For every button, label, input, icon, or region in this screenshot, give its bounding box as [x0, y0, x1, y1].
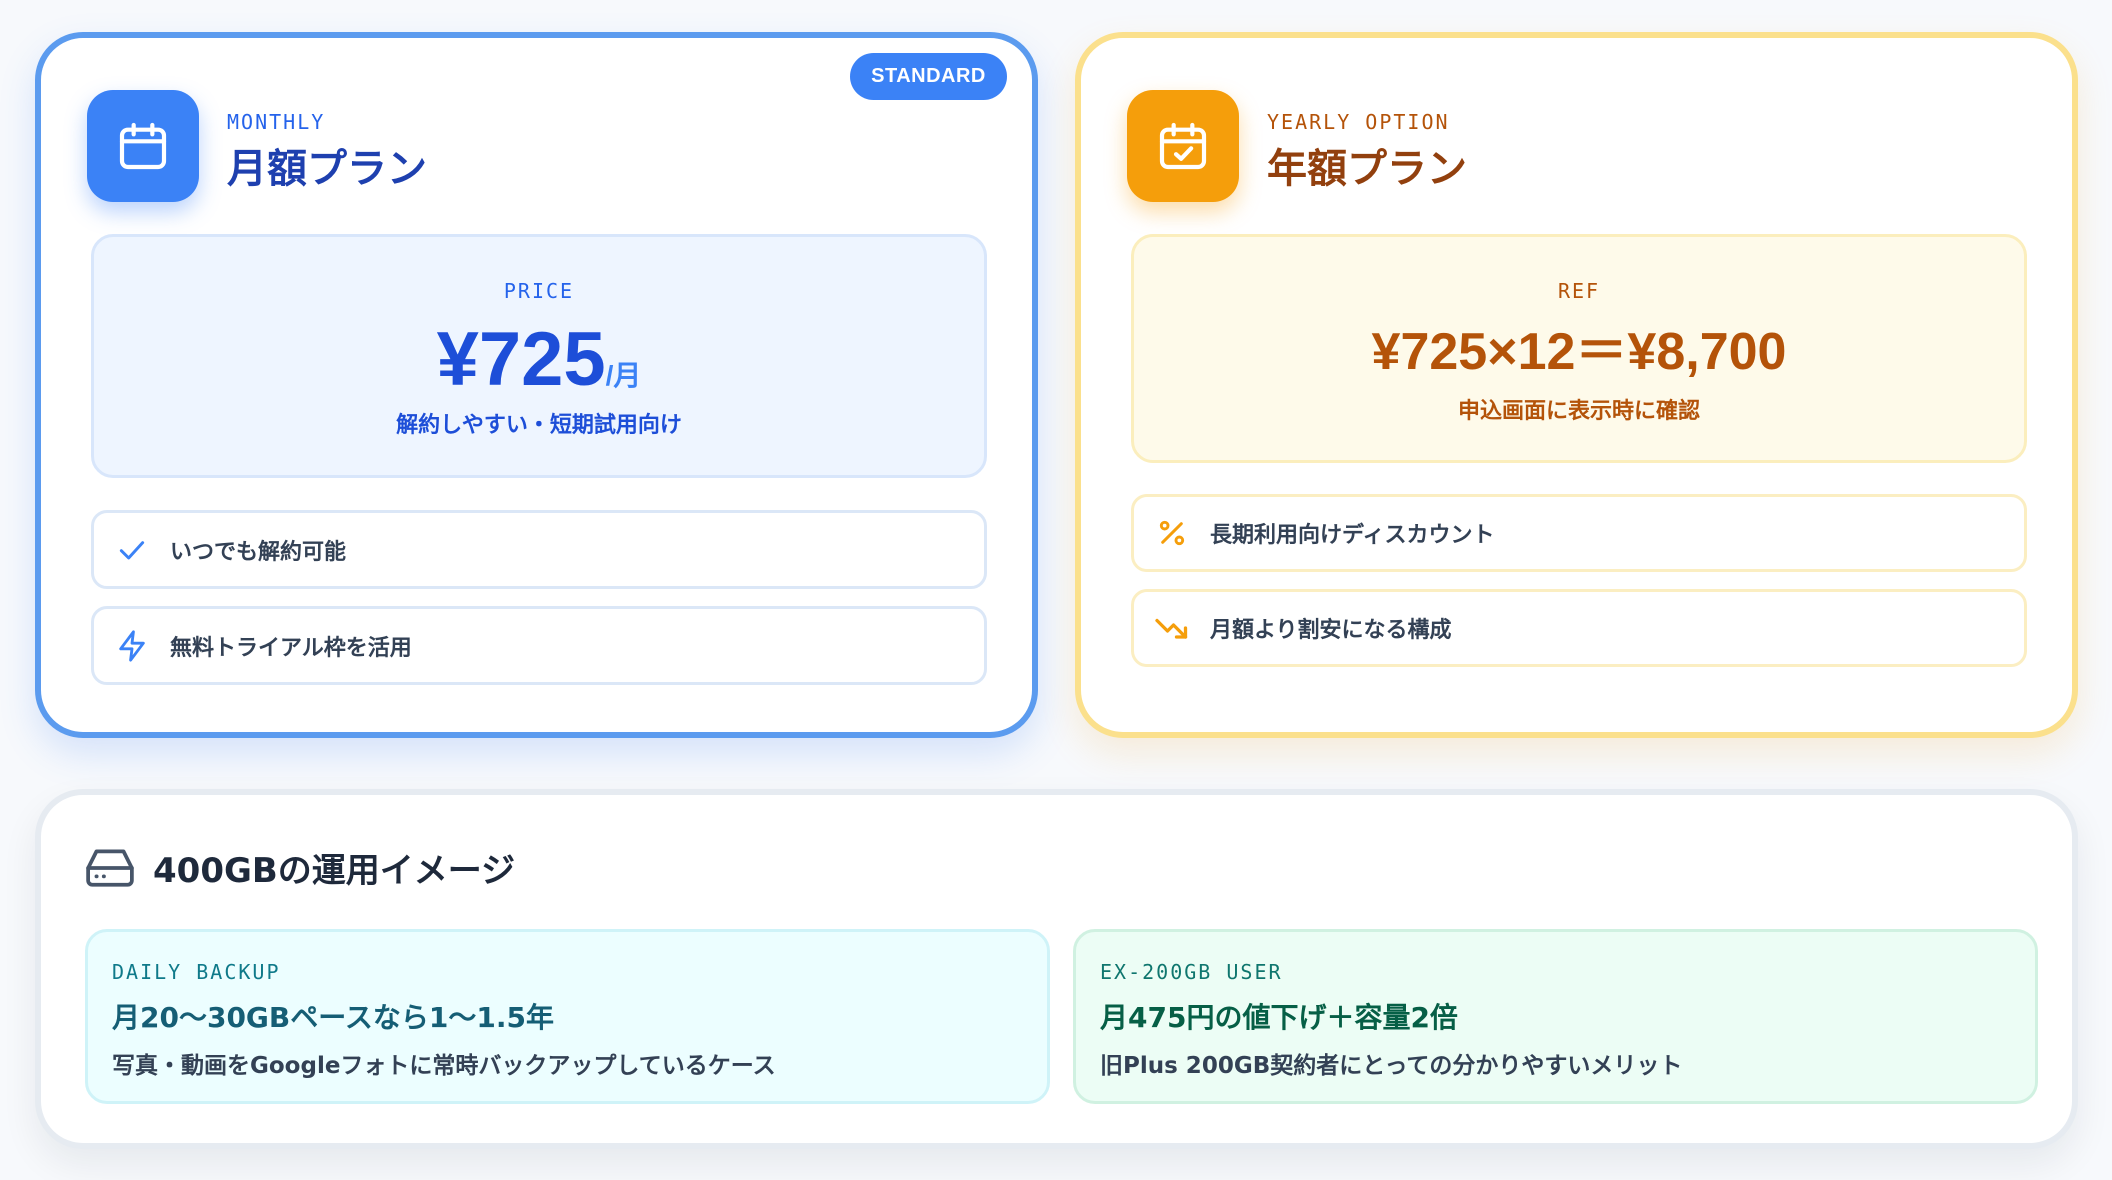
case-description: 旧Plus 200GB契約者にとっての分かりやすいメリット [1100, 1053, 1683, 1079]
feature-item: 無料トライアル枠を活用 [91, 606, 987, 685]
reference-price-panel: REF ¥725×12＝¥8,700 申込画面に表示時に確認 [1131, 234, 2027, 463]
usage-case: DAILY BACKUP 月20〜30GBペースなら1〜1.5年 写真・動画をG… [85, 929, 1050, 1104]
usage-card: 400GBの運用イメージ DAILY BACKUP 月20〜30GBペースなら1… [35, 789, 2078, 1149]
plan-title: 年額プラン [1267, 146, 1467, 192]
plan-eyebrow: MONTHLY [227, 110, 326, 134]
price-amount: ¥725 [436, 317, 606, 402]
feature-label: 長期利用向けディスカウント [1210, 523, 1495, 548]
percent-icon [1154, 515, 1190, 551]
hard-drive-icon [85, 845, 135, 889]
plan-title: 月額プラン [227, 146, 427, 192]
check-icon [114, 532, 150, 568]
feature-item: 長期利用向けディスカウント [1131, 494, 2027, 572]
monthly-plan-card: STANDARD MONTHLY 月額プラン PRICE ¥725/月 解約しや… [35, 32, 1038, 738]
case-description: 写真・動画をGoogleフォトに常時バックアップしているケース [112, 1053, 776, 1079]
case-eyebrow: EX-200GB USER [1100, 960, 1283, 984]
plan-eyebrow: YEARLY OPTION [1267, 110, 1450, 134]
price-value: ¥725/月 [94, 315, 984, 421]
ref-formula: ¥725×12＝¥8,700 [1371, 323, 1787, 381]
feature-label: 月額より割安になる構成 [1210, 618, 1452, 643]
case-eyebrow: DAILY BACKUP [112, 960, 281, 984]
calendar-check-icon [1127, 90, 1239, 202]
usage-title: 400GBの運用イメージ [153, 851, 516, 891]
usage-case: EX-200GB USER 月475円の値下げ＋容量2倍 旧Plus 200GB… [1073, 929, 2038, 1104]
lightning-icon [114, 628, 150, 664]
feature-label: いつでも解約可能 [170, 539, 347, 565]
price-note: 解約しやすい・短期試用向け [396, 413, 682, 438]
price-label: PRICE [503, 279, 575, 303]
ref-label: REF [1557, 279, 1601, 303]
trending-down-icon [1154, 610, 1190, 646]
case-title: 月20〜30GBペースなら1〜1.5年 [112, 1001, 554, 1034]
standard-badge: STANDARD [850, 53, 1007, 100]
feature-item: いつでも解約可能 [91, 510, 987, 589]
calendar-icon [87, 90, 199, 202]
feature-item: 月額より割安になる構成 [1131, 589, 2027, 667]
feature-label: 無料トライアル枠を活用 [170, 635, 412, 661]
price-panel: PRICE ¥725/月 解約しやすい・短期試用向け [91, 234, 987, 478]
case-title: 月475円の値下げ＋容量2倍 [1100, 1001, 1458, 1034]
price-unit: /月 [605, 360, 642, 391]
ref-note: 申込画面に表示時に確認 [1457, 399, 1700, 424]
yearly-plan-card: YEARLY OPTION 年額プラン REF ¥725×12＝¥8,700 申… [1075, 32, 2078, 738]
